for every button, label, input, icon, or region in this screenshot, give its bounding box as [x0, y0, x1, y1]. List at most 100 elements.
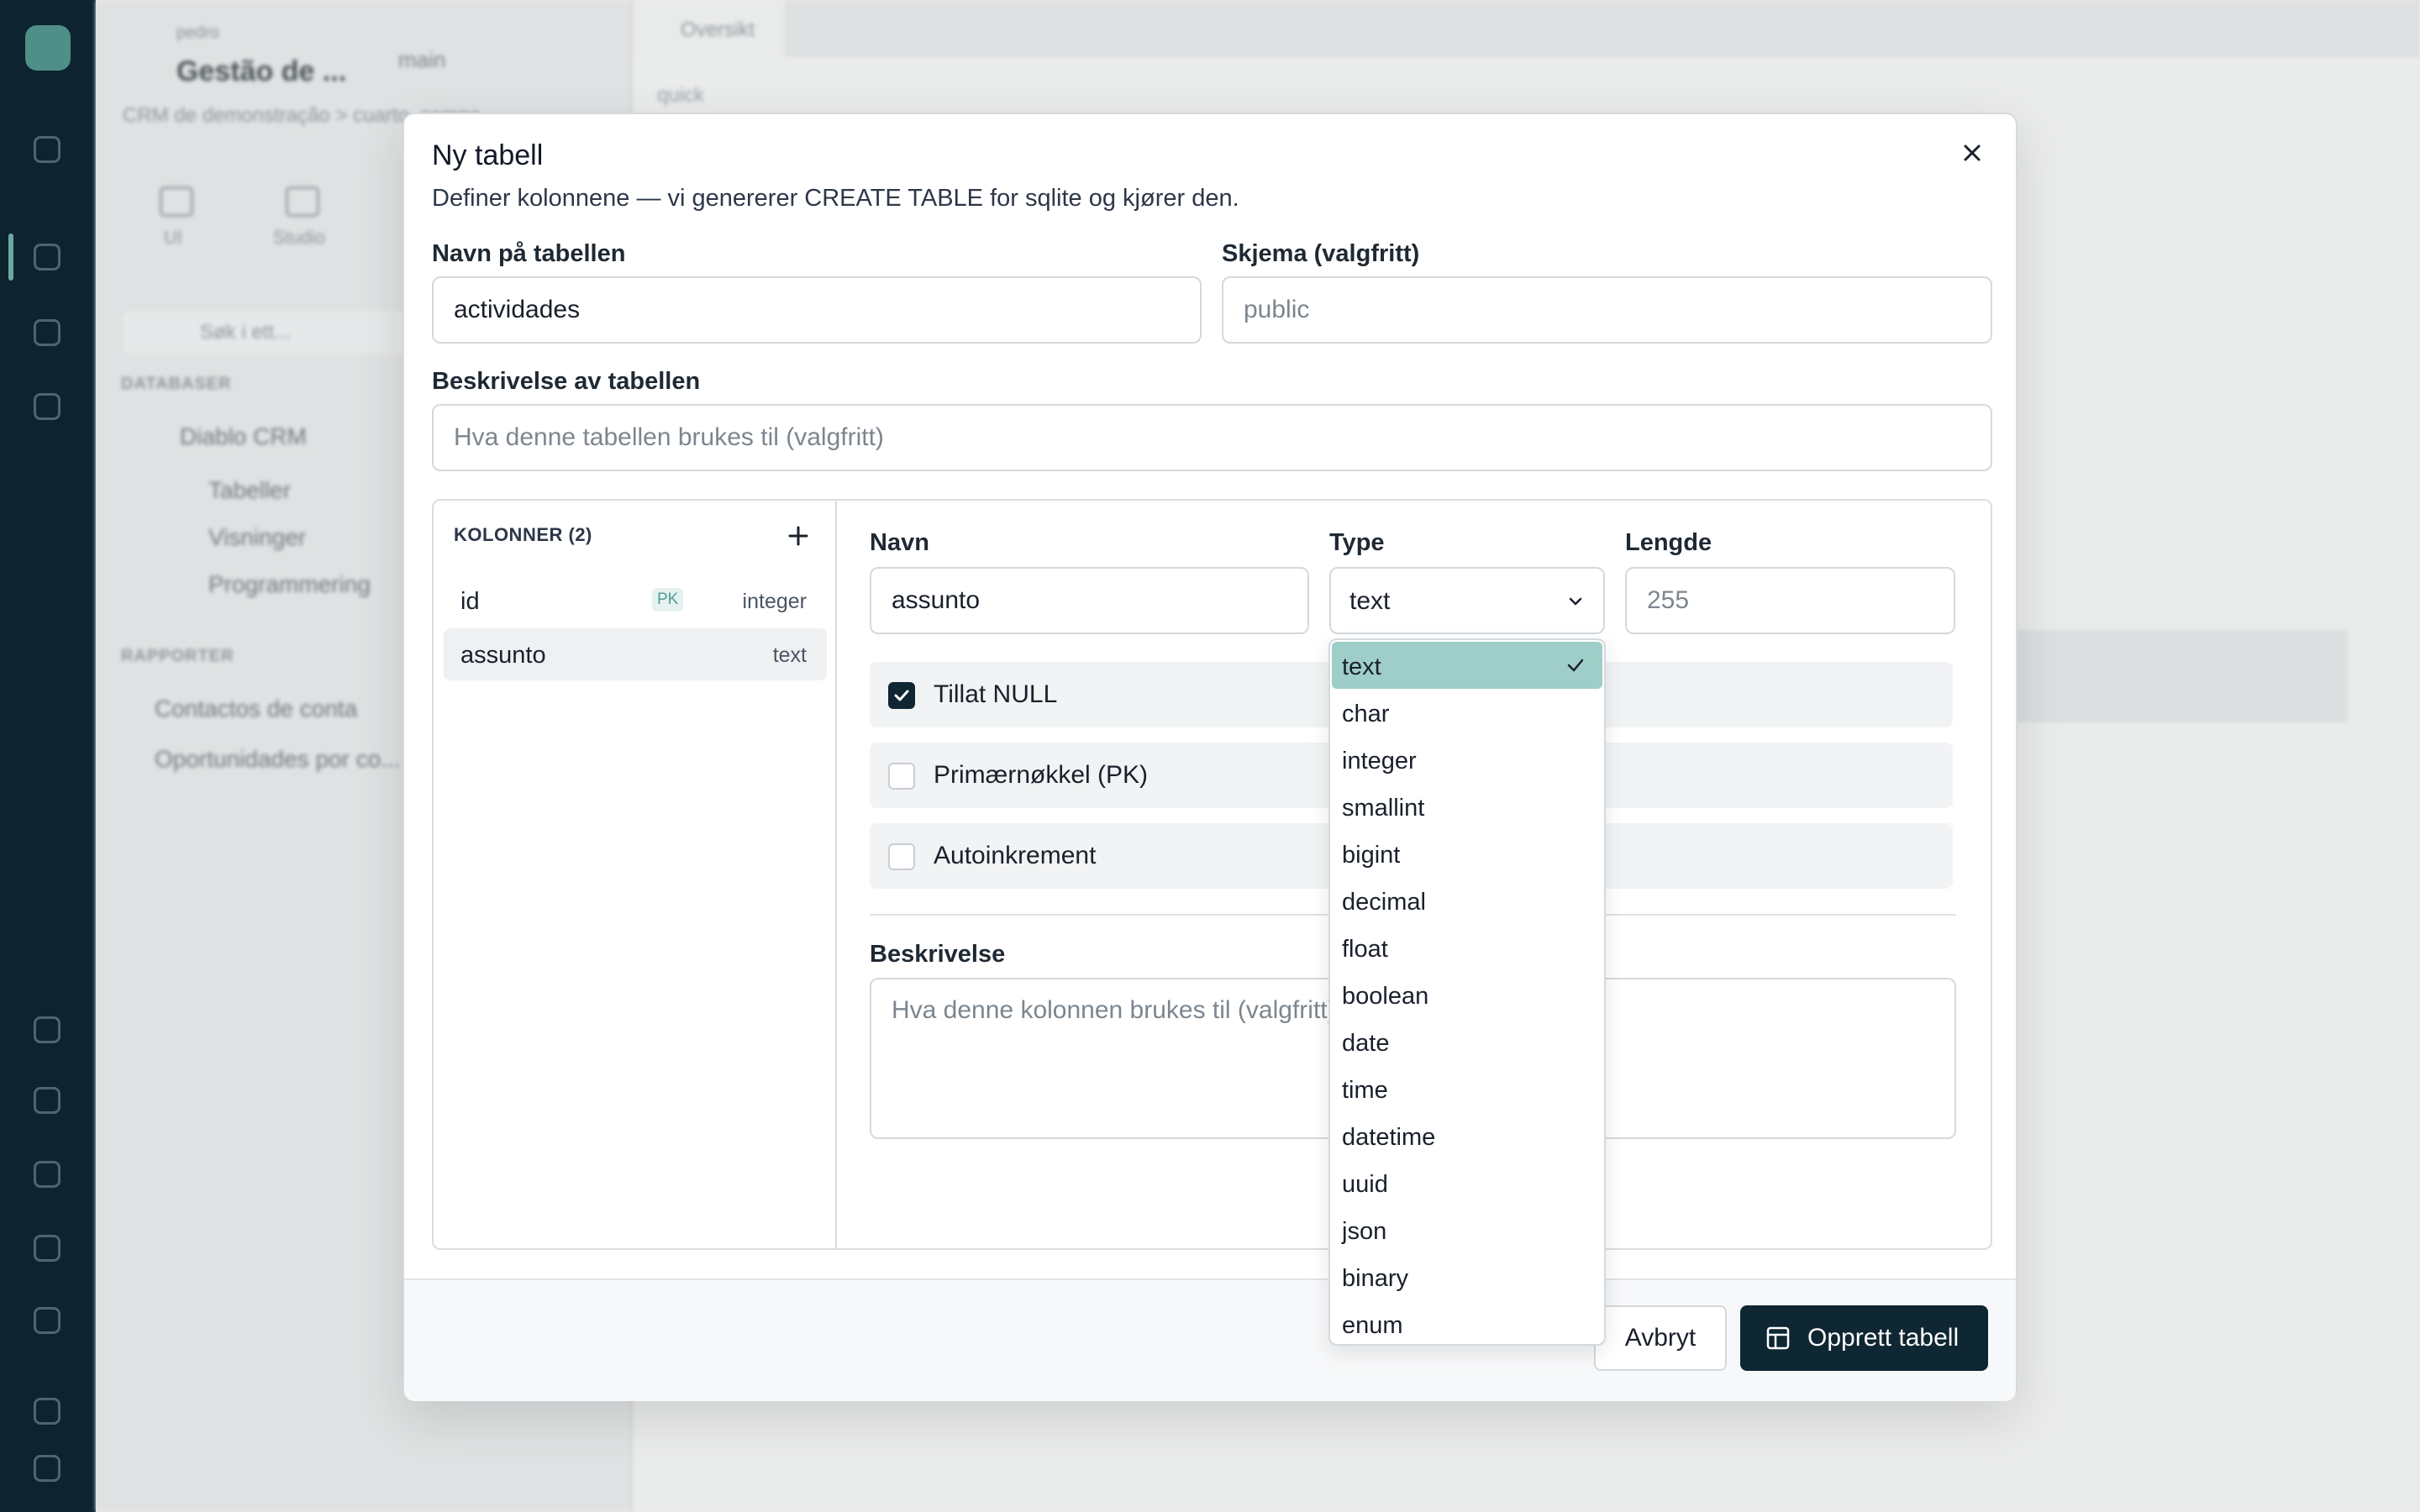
tab-overview[interactable]: Oversikt: [634, 0, 785, 57]
project-title[interactable]: Gestão de ...: [176, 55, 346, 88]
help-icon[interactable]: [34, 1307, 60, 1334]
option-label: smallint: [1342, 795, 1425, 822]
option-label: time: [1342, 1077, 1388, 1104]
dialog-subtitle: Definer kolonnene — vi genererer CREATE …: [432, 185, 1239, 212]
schema-label: Skjema (valgfritt): [1222, 240, 1420, 267]
primary-key-label: Primærnøkkel (PK): [934, 761, 1149, 789]
type-option-decimal[interactable]: decimal: [1332, 877, 1602, 924]
table-icon: [1766, 1326, 1790, 1350]
check-icon: [1567, 659, 1584, 672]
column-row-id[interactable]: id PK integer: [444, 575, 827, 627]
column-name: id: [460, 588, 480, 615]
tree-item-programming[interactable]: Programmering: [208, 571, 371, 598]
type-option-float[interactable]: float: [1332, 924, 1602, 971]
option-label: boolean: [1342, 983, 1429, 1010]
main-tabbar: [634, 0, 2420, 57]
type-option-text[interactable]: text: [1332, 642, 1602, 689]
report-item[interactable]: Contactos de conta: [155, 696, 357, 722]
table-description-label: Beskrivelse av tabellen: [432, 368, 701, 395]
dialog-title: Ny tabell: [432, 139, 544, 171]
database-icon[interactable]: [34, 244, 60, 270]
column-name-label: Navn: [870, 529, 929, 556]
length-label: Lengde: [1625, 529, 1712, 556]
option-label: char: [1342, 701, 1390, 727]
columns-header: KOLONNER (2): [454, 524, 592, 545]
type-option-boolean[interactable]: boolean: [1332, 971, 1602, 1018]
add-column-button[interactable]: [780, 517, 817, 554]
report-item[interactable]: Oportunidades por co...: [155, 746, 401, 773]
allow-null-checkbox[interactable]: [888, 682, 915, 709]
option-label: float: [1342, 936, 1388, 963]
type-option-bigint[interactable]: bigint: [1332, 830, 1602, 877]
theme-icon[interactable]: [34, 1398, 60, 1425]
option-label: bigint: [1342, 842, 1401, 869]
tree-item-views[interactable]: Visninger: [208, 524, 306, 551]
branch-selector[interactable]: main: [398, 47, 445, 73]
option-label: text: [1342, 654, 1381, 680]
create-table-label: Opprett tabell: [1807, 1324, 1960, 1352]
create-table-button[interactable]: Opprett tabell: [1740, 1305, 1988, 1371]
chevron-down-icon: [1569, 597, 1582, 606]
column-row-assunto[interactable]: assunto text: [444, 628, 827, 680]
type-option-char[interactable]: char: [1332, 689, 1602, 736]
org-name: pedro: [176, 24, 220, 42]
column-type-value: text: [1349, 587, 1391, 615]
type-option-integer[interactable]: integer: [1332, 736, 1602, 783]
close-button[interactable]: [1955, 136, 1989, 170]
section-databases: DATABASER: [121, 375, 232, 393]
option-label: datetime: [1342, 1124, 1436, 1151]
length-input[interactable]: [1625, 567, 1955, 634]
type-option-enum[interactable]: enum: [1332, 1300, 1602, 1347]
app-rail: [0, 0, 96, 1512]
allow-null-label: Tillat NULL: [934, 680, 1058, 708]
cancel-button[interactable]: Avbryt: [1594, 1305, 1727, 1371]
rail-active-indicator: [8, 234, 13, 281]
type-option-smallint[interactable]: smallint: [1332, 783, 1602, 830]
option-label: json: [1342, 1218, 1387, 1245]
autoincrement-checkbox[interactable]: [888, 843, 915, 870]
key-icon[interactable]: [34, 1161, 60, 1188]
rocket-icon[interactable]: [34, 319, 60, 346]
column-type-select[interactable]: text: [1329, 567, 1605, 634]
plus-icon: [788, 526, 808, 546]
type-option-datetime[interactable]: datetime: [1332, 1112, 1602, 1159]
plus-icon[interactable]: [34, 393, 60, 420]
type-option-binary[interactable]: binary: [1332, 1253, 1602, 1300]
tree-item-database[interactable]: Diablo CRM: [180, 423, 307, 450]
home-icon[interactable]: [34, 136, 60, 163]
type-option-time[interactable]: time: [1332, 1065, 1602, 1112]
type-option-json[interactable]: json: [1332, 1206, 1602, 1253]
column-type-label: Type: [1329, 529, 1385, 556]
tab-studio[interactable]: Studio: [249, 173, 350, 257]
column-description-label: Beskrivelse: [870, 941, 1006, 968]
tree-item-tables[interactable]: Tabeller: [208, 477, 291, 504]
autoincrement-label: Autoinkrement: [934, 842, 1097, 869]
app-logo-icon: [25, 25, 71, 71]
primary-key-checkbox[interactable]: [888, 763, 915, 790]
option-label: date: [1342, 1030, 1390, 1057]
chart-icon[interactable]: [34, 1016, 60, 1043]
main-placeholder-block: [1978, 630, 2348, 722]
settings-icon[interactable]: [34, 1235, 60, 1262]
pk-badge: PK: [652, 588, 684, 612]
type-dropdown-menu: text char integer smallint bigint decima…: [1328, 638, 1606, 1346]
column-name-input[interactable]: [870, 567, 1309, 634]
close-icon: [1964, 144, 1981, 161]
collapse-icon[interactable]: [34, 1455, 60, 1482]
schema-input[interactable]: [1222, 276, 1992, 344]
type-option-uuid[interactable]: uuid: [1332, 1159, 1602, 1206]
option-label: uuid: [1342, 1171, 1388, 1198]
table-description-input[interactable]: [432, 404, 1992, 471]
column-name: assunto: [460, 642, 546, 669]
user-icon[interactable]: [34, 1087, 60, 1114]
option-label: binary: [1342, 1265, 1408, 1292]
table-name-input[interactable]: [432, 276, 1202, 344]
section-reports: RAPPORTER: [121, 647, 234, 665]
columns-list-panel: KOLONNER (2) id PK integer assunto text: [434, 501, 837, 1248]
check-icon: [894, 690, 909, 701]
main-label: quick: [657, 84, 705, 107]
option-label: decimal: [1342, 889, 1426, 916]
column-type: text: [772, 643, 807, 667]
tab-ui[interactable]: UI: [123, 173, 224, 257]
type-option-date[interactable]: date: [1332, 1018, 1602, 1065]
